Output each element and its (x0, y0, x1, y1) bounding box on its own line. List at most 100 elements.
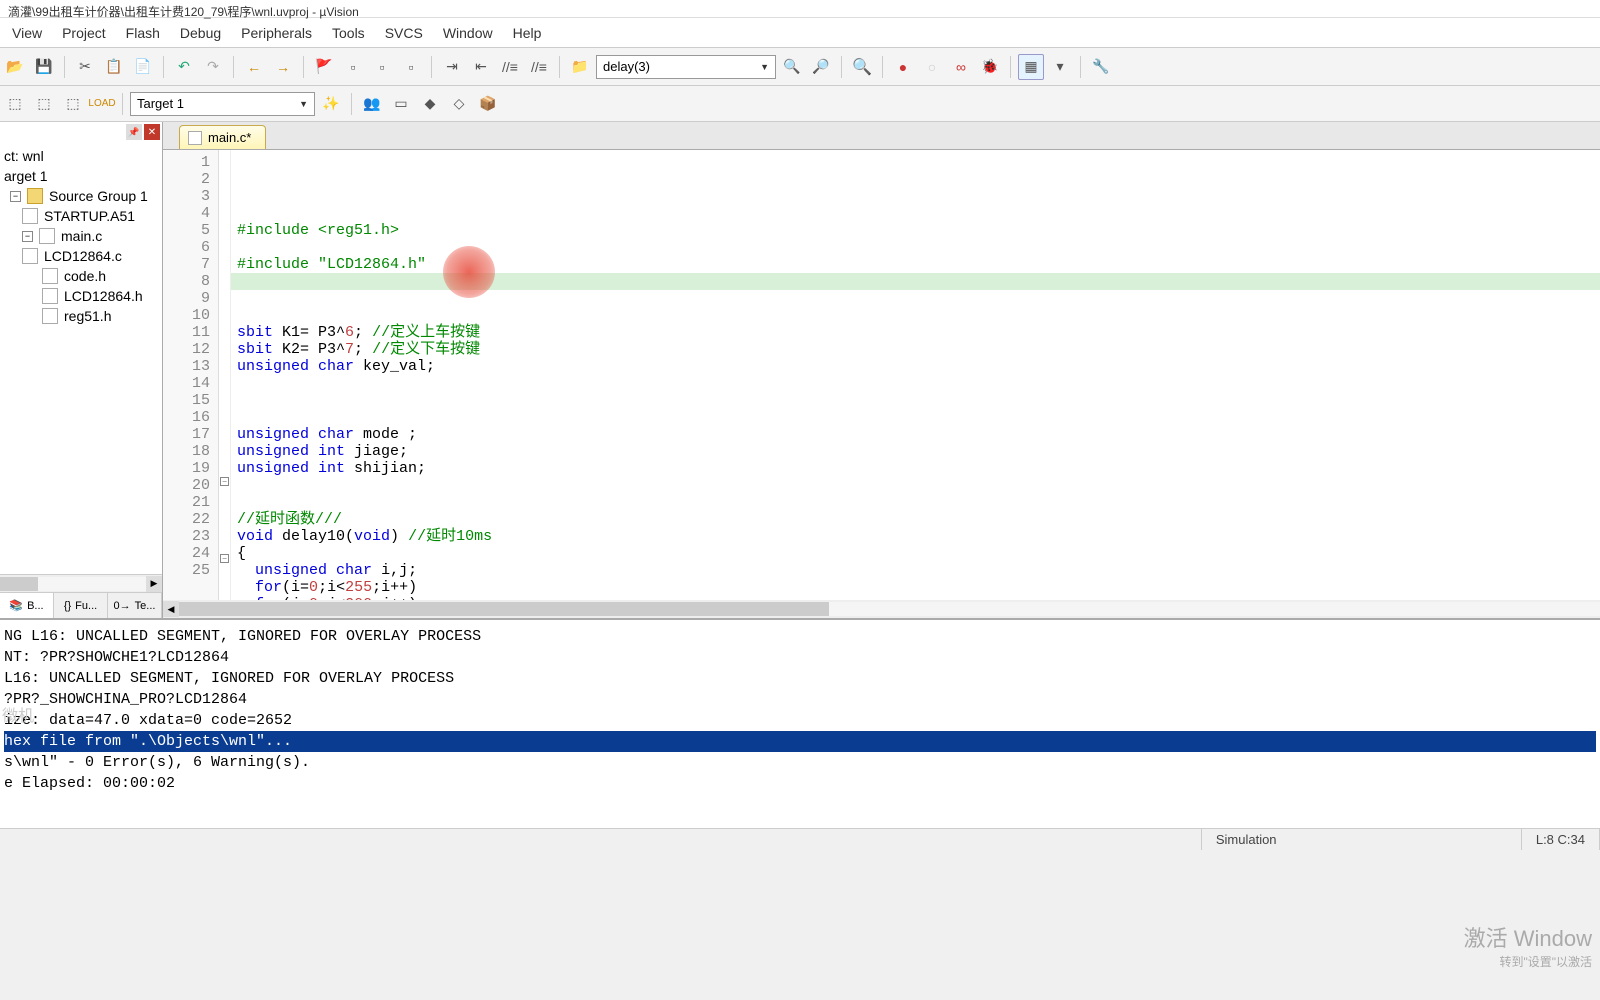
scroll-track[interactable] (179, 602, 1600, 616)
sidebar-tab-templates[interactable]: 0→Te... (108, 593, 162, 618)
scroll-thumb[interactable] (179, 602, 829, 616)
diamond2-icon[interactable]: ◇ (446, 91, 472, 117)
chevron-down-icon: ▼ (760, 62, 769, 72)
tree-header-code[interactable]: code.h (2, 266, 160, 286)
code-editor[interactable]: 1234567891011121314151617181920212223242… (163, 150, 1600, 600)
options-icon[interactable]: ✨ (318, 91, 344, 117)
scroll-right-icon[interactable]: ▶ (146, 576, 162, 592)
tree-header-lcd[interactable]: LCD12864.h (2, 286, 160, 306)
copy-icon[interactable]: 📋 (101, 54, 127, 80)
menu-svcs[interactable]: SVCS (375, 21, 433, 45)
rebuild-icon[interactable]: ⬚ (60, 91, 86, 117)
undo-icon[interactable]: ↶ (171, 54, 197, 80)
bookmark-clear-icon[interactable]: ▫ (398, 54, 424, 80)
outdent-icon[interactable]: ⇤ (468, 54, 494, 80)
menu-flash[interactable]: Flash (116, 21, 170, 45)
sidebar-tab-books[interactable]: 📚B... (0, 593, 54, 618)
find-dropdown[interactable]: delay(3) ▼ (596, 55, 776, 79)
menu-help[interactable]: Help (503, 21, 552, 45)
find-dropdown-text: delay(3) (603, 59, 650, 74)
title-bar: 滴灌\99出租车计价器\出租车计费120_79\程序\wnl.uvproj - … (0, 0, 1600, 18)
bookmark-icon[interactable]: 🚩 (311, 54, 337, 80)
scroll-left-icon[interactable]: ◀ (163, 601, 179, 617)
editor-hscroll[interactable]: ◀ (163, 600, 1600, 618)
separator (233, 56, 234, 78)
menu-debug[interactable]: Debug (170, 21, 231, 45)
collapse-icon[interactable]: − (10, 191, 21, 202)
toolbar-main: 📂 💾 ✂ 📋 📄 ↶ ↷ ← → 🚩 ▫ ▫ ▫ ⇥ ⇤ //≡ //≡ 📁 … (0, 48, 1600, 86)
status-bar: Simulation L:8 C:34 (0, 828, 1600, 850)
batch-build-icon[interactable]: LOAD (89, 91, 115, 117)
tree-file-lcd[interactable]: LCD12864.c (2, 246, 160, 266)
watermark-line2: 转到"设置"以激活 (1464, 953, 1592, 970)
save-icon[interactable]: 💾 (31, 54, 57, 80)
find-prev-icon[interactable]: 🔎 (808, 54, 834, 80)
close-icon[interactable]: ✕ (144, 124, 160, 140)
menu-tools[interactable]: Tools (322, 21, 375, 45)
build-icon[interactable]: ⬚ (31, 91, 57, 117)
redo-icon[interactable]: ↷ (200, 54, 226, 80)
tree-header-reg51[interactable]: reg51.h (2, 306, 160, 326)
breakpoint-all-icon[interactable]: 🐞 (977, 54, 1003, 80)
separator (882, 56, 883, 78)
indent-icon[interactable]: ⇥ (439, 54, 465, 80)
tree-group[interactable]: − Source Group 1 (2, 186, 160, 206)
pin-icon[interactable]: 📌 (126, 124, 142, 140)
pack-icon[interactable]: 📦 (475, 91, 501, 117)
sidebar-hscroll[interactable]: ▶ (0, 574, 162, 592)
windows-activation-watermark: 激活 Window 转到"设置"以激活 (1464, 921, 1592, 970)
menu-view[interactable]: View (2, 21, 52, 45)
breakpoint-kill-icon[interactable]: ∞ (948, 54, 974, 80)
breakpoint-disable-icon[interactable]: ○ (919, 54, 945, 80)
cut-icon[interactable]: ✂ (72, 54, 98, 80)
build-output[interactable]: NG L16: UNCALLED SEGMENT, IGNORED FOR OV… (0, 618, 1600, 828)
sidebar-header: 📌 ✕ (0, 122, 162, 142)
scroll-track[interactable] (0, 577, 146, 591)
tree-group-label: Source Group 1 (49, 188, 148, 204)
bookmark-prev-icon[interactable]: ▫ (340, 54, 366, 80)
project-tree: ct: wnl arget 1 − Source Group 1 STARTUP.… (0, 142, 162, 574)
sidebar-tab-functions[interactable]: {}Fu... (54, 593, 108, 618)
uncomment-icon[interactable]: //≡ (526, 54, 552, 80)
tree-file-label: STARTUP.A51 (44, 208, 135, 224)
paste-icon[interactable]: 📄 (130, 54, 156, 80)
tree-file-main[interactable]: − main.c (2, 226, 160, 246)
debug-icon[interactable]: 🔍 (849, 54, 875, 80)
folder-icon[interactable]: 📁 (567, 54, 593, 80)
scroll-thumb[interactable] (0, 577, 38, 591)
h-file-icon (42, 308, 58, 324)
target-dropdown[interactable]: Target 1 ▼ (130, 92, 315, 116)
separator (431, 56, 432, 78)
nav-fwd-icon[interactable]: → (270, 54, 296, 80)
sidebar-tab-label: B... (27, 600, 44, 612)
tree-file-label: main.c (61, 228, 102, 244)
fold-column: − − (219, 150, 231, 600)
file-tab-main[interactable]: main.c* (179, 125, 266, 149)
menu-window[interactable]: Window (433, 21, 503, 45)
window-icon[interactable]: ▦ (1018, 54, 1044, 80)
config-icon[interactable]: 🔧 (1088, 54, 1114, 80)
window-dd-icon[interactable]: ▾ (1047, 54, 1073, 80)
menu-project[interactable]: Project (52, 21, 116, 45)
file-tab-label: main.c* (208, 130, 251, 145)
menu-peripherals[interactable]: Peripherals (231, 21, 322, 45)
breakpoint-icon[interactable]: ● (890, 54, 916, 80)
tree-target[interactable]: arget 1 (2, 166, 160, 186)
find-next-icon[interactable]: 🔍 (779, 54, 805, 80)
diamond1-icon[interactable]: ◆ (417, 91, 443, 117)
code-content[interactable]: #include <reg51.h> #include "LCD12864.h"… (231, 150, 1600, 600)
tree-file-startup[interactable]: STARTUP.A51 (2, 206, 160, 226)
target-dropdown-text: Target 1 (137, 96, 184, 111)
bookmark-next-icon[interactable]: ▫ (369, 54, 395, 80)
books-icon[interactable]: ▭ (388, 91, 414, 117)
collapse-icon[interactable]: − (22, 231, 33, 242)
tree-project[interactable]: ct: wnl (2, 146, 160, 166)
main-area: 📌 ✕ ct: wnl arget 1 − Source Group 1 STAR… (0, 122, 1600, 618)
toolbar-build: ⬚ ⬚ ⬚ LOAD Target 1 ▼ ✨ 👥 ▭ ◆ ◇ 📦 (0, 86, 1600, 122)
nav-back-icon[interactable]: ← (241, 54, 267, 80)
open-icon[interactable]: 📂 (2, 54, 28, 80)
manage-icon[interactable]: 👥 (359, 91, 385, 117)
separator (303, 56, 304, 78)
translate-icon[interactable]: ⬚ (2, 91, 28, 117)
comment-icon[interactable]: //≡ (497, 54, 523, 80)
